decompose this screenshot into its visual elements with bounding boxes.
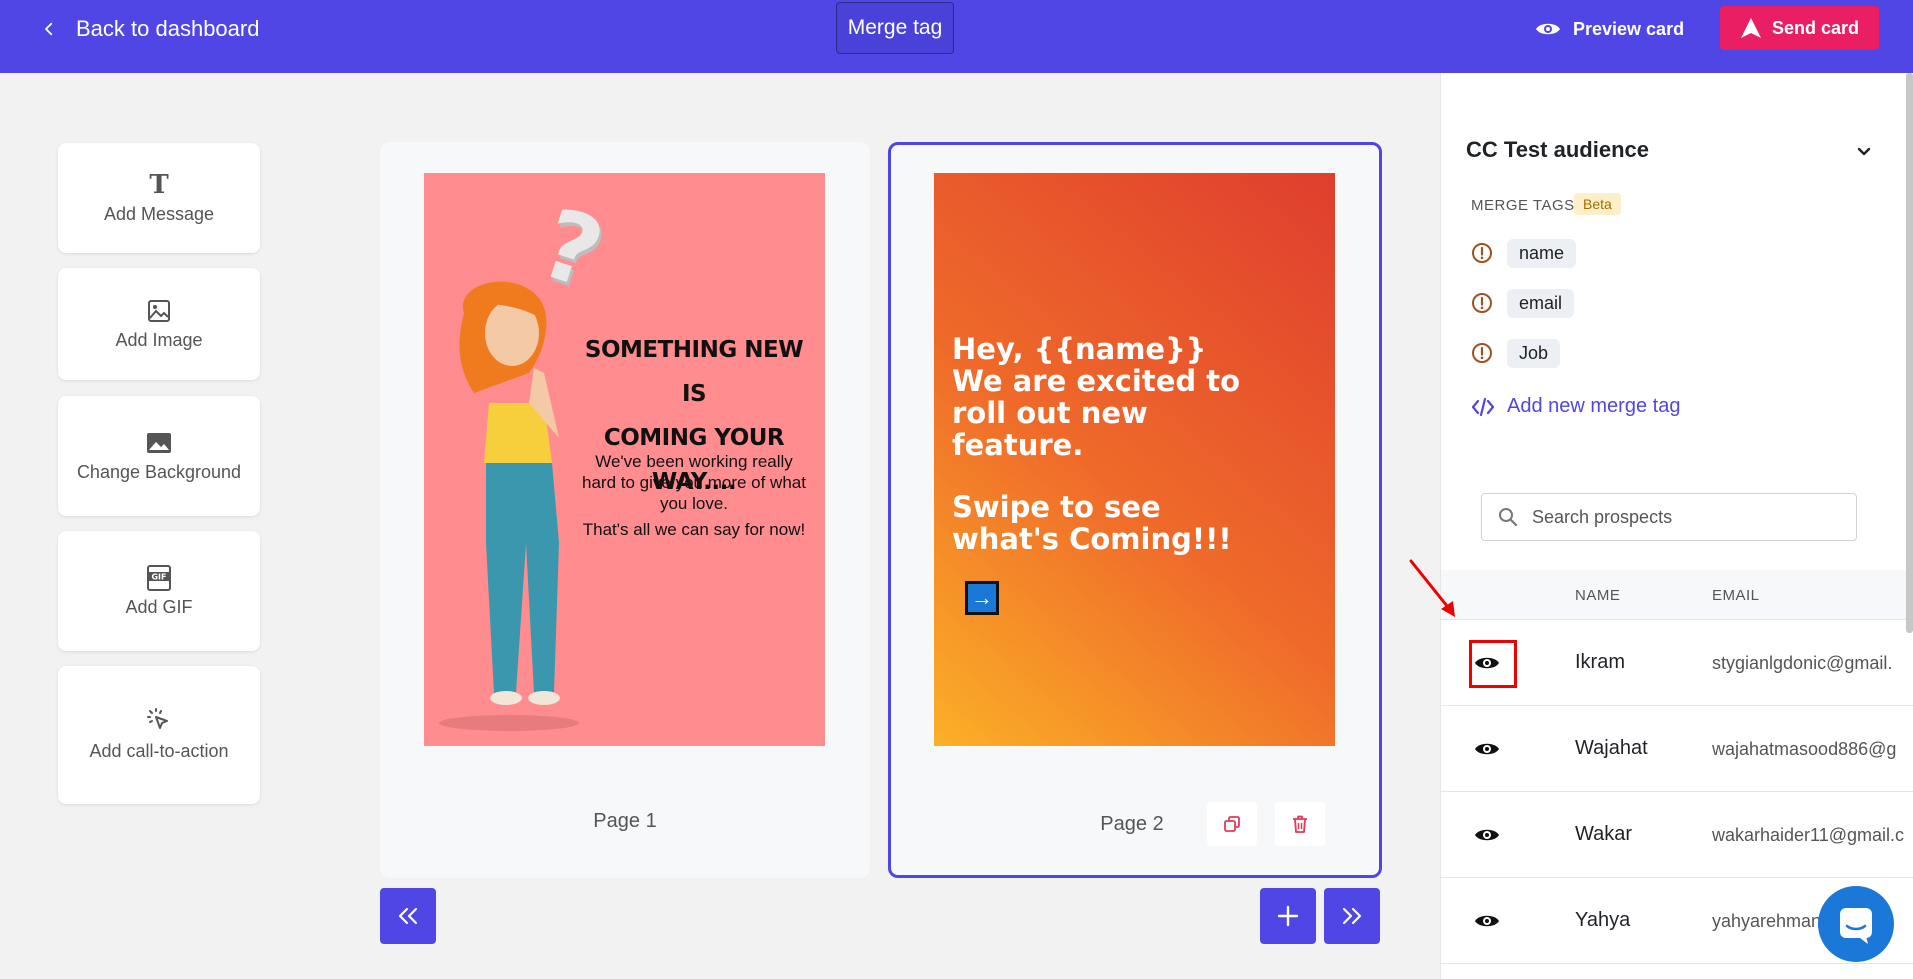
change-background-button[interactable]: Change Background — [58, 396, 260, 516]
merge-tag-button[interactable]: Merge tag — [836, 2, 954, 54]
message-line: Swipe to see — [952, 490, 1161, 524]
cursor-click-icon — [146, 707, 172, 733]
send-card-button[interactable]: Send card — [1720, 6, 1879, 50]
page-label: Page 1 — [593, 810, 657, 832]
chat-icon — [1840, 908, 1872, 944]
search-prospects-field[interactable] — [1481, 493, 1857, 541]
thinking-woman-illustration — [439, 281, 579, 731]
warning-circle-icon — [1472, 343, 1492, 363]
add-image-button[interactable]: Add Image — [58, 268, 260, 380]
send-label: Send card — [1771, 17, 1860, 38]
add-page-button[interactable] — [1260, 888, 1316, 944]
message-line: feature. — [952, 428, 1084, 462]
column-header-email: EMAIL — [1712, 587, 1760, 604]
column-header-name: NAME — [1575, 587, 1621, 604]
merge-tag-chip[interactable]: email — [1507, 288, 1575, 318]
preview-prospect-eye-icon[interactable] — [1473, 735, 1501, 763]
next-page-button[interactable] — [1324, 888, 1380, 944]
prospect-email: stygianlgdonic@gmail. — [1712, 653, 1893, 673]
tool-label: Add Image — [115, 329, 203, 350]
delete-page-button[interactable] — [1275, 802, 1325, 846]
message-line: roll out new — [952, 396, 1148, 430]
prospect-name: Wakar — [1575, 823, 1633, 845]
back-to-dashboard-link[interactable]: Back to dashboard — [40, 14, 259, 44]
merge-tag-item[interactable]: Job — [1471, 338, 1561, 368]
beta-badge: Beta — [1574, 193, 1621, 215]
tool-label: Change Background — [76, 461, 242, 482]
red-arrow-annotation — [1409, 559, 1455, 617]
add-call-to-action-button[interactable]: Add call-to-action — [58, 666, 260, 804]
copy-icon — [1224, 816, 1240, 832]
merge-tag-chip[interactable]: name — [1507, 238, 1577, 268]
prospect-name: Wajahat — [1575, 737, 1648, 759]
double-chevron-left-icon — [398, 907, 418, 925]
chat-launcher-button[interactable] — [1818, 886, 1894, 962]
preview-prospect-eye-icon[interactable] — [1473, 649, 1501, 677]
merge-tag-item[interactable]: name — [1471, 238, 1577, 268]
prospects-table-header: NAME EMAIL — [1441, 570, 1913, 620]
tool-label: Add Message — [103, 203, 215, 224]
preview-prospect-eye-icon[interactable] — [1473, 821, 1501, 849]
prospect-name: Ikram — [1575, 651, 1625, 673]
merge-tag-item[interactable]: email — [1471, 288, 1575, 318]
previous-page-button[interactable] — [380, 888, 436, 944]
send-logo-icon — [1740, 18, 1761, 38]
back-label: Back to dashboard — [76, 16, 260, 41]
page-2-message: Hey, {{name}} We are excited to roll out… — [952, 333, 1332, 555]
card-canvas-page-1[interactable]: ? SOMETHING NEW IS COMING YOUR WAY.... W… — [424, 173, 825, 746]
message-line: Hey, {{name}} — [952, 332, 1207, 366]
preview-prospect-eye-icon[interactable] — [1473, 907, 1501, 935]
message-line: what's Coming!!! — [952, 522, 1232, 556]
audience-panel: CC Test audience MERGE TAGS Beta name em… — [1440, 73, 1913, 979]
preview-label: Preview card — [1573, 18, 1685, 39]
arrow-button[interactable]: → — [965, 581, 999, 615]
merge-tag-chip[interactable]: Job — [1507, 338, 1561, 368]
chevron-left-icon — [45, 22, 53, 36]
code-icon — [1471, 397, 1495, 416]
top-bar: Back to dashboard Merge tag Preview card… — [0, 0, 1913, 73]
trash-icon — [1293, 815, 1307, 833]
table-row: Wakar wakarhaider11@gmail.c — [1441, 792, 1913, 878]
plus-icon — [1277, 905, 1299, 927]
audience-title: CC Test audience — [1466, 137, 1649, 162]
prospect-name: Yahya — [1575, 909, 1631, 931]
prospect-email: wakarhaider11@gmail.c — [1712, 825, 1905, 845]
page-1-body-text: We've been working really hard to give y… — [582, 452, 806, 513]
svg-text:GIF: GIF — [151, 572, 166, 581]
background-icon — [146, 430, 172, 456]
chevron-down-icon[interactable] — [1855, 143, 1873, 161]
merge-tags-label: MERGE TAGS — [1471, 197, 1575, 214]
text-icon: T — [149, 169, 169, 200]
panel-scrollbar[interactable] — [1906, 73, 1913, 633]
table-row: Wajahat wajahatmasood886@g — [1441, 706, 1913, 792]
warning-circle-icon — [1472, 293, 1492, 313]
gif-icon: GIF — [146, 564, 172, 591]
duplicate-page-button[interactable] — [1207, 802, 1257, 846]
warning-circle-icon — [1472, 243, 1492, 263]
tool-label: Add GIF — [125, 596, 193, 617]
card-canvas-page-2[interactable]: Hey, {{name}} We are excited to roll out… — [934, 173, 1335, 746]
double-chevron-right-icon — [1342, 907, 1362, 925]
eye-icon — [1536, 23, 1560, 35]
search-input[interactable] — [1532, 506, 1852, 528]
message-line: We are excited to — [952, 364, 1241, 398]
page-1-body-text-2: That's all we can say for now! — [582, 520, 806, 539]
add-merge-tag-label: Add new merge tag — [1507, 395, 1681, 417]
preview-card-button[interactable]: Preview card — [1535, 14, 1684, 44]
add-gif-button[interactable]: GIF Add GIF — [58, 531, 260, 651]
tool-label: Add call-to-action — [89, 740, 229, 761]
table-row: Ikram stygianlgdonic@gmail. — [1441, 620, 1913, 706]
add-merge-tag-link[interactable]: Add new merge tag — [1471, 395, 1680, 418]
search-icon — [1499, 508, 1518, 527]
image-icon — [146, 298, 172, 324]
add-message-button[interactable]: T Add Message — [58, 143, 260, 253]
prospect-email: wajahatmasood886@g — [1712, 739, 1897, 759]
headline-line-1: SOMETHING NEW IS — [584, 337, 804, 407]
